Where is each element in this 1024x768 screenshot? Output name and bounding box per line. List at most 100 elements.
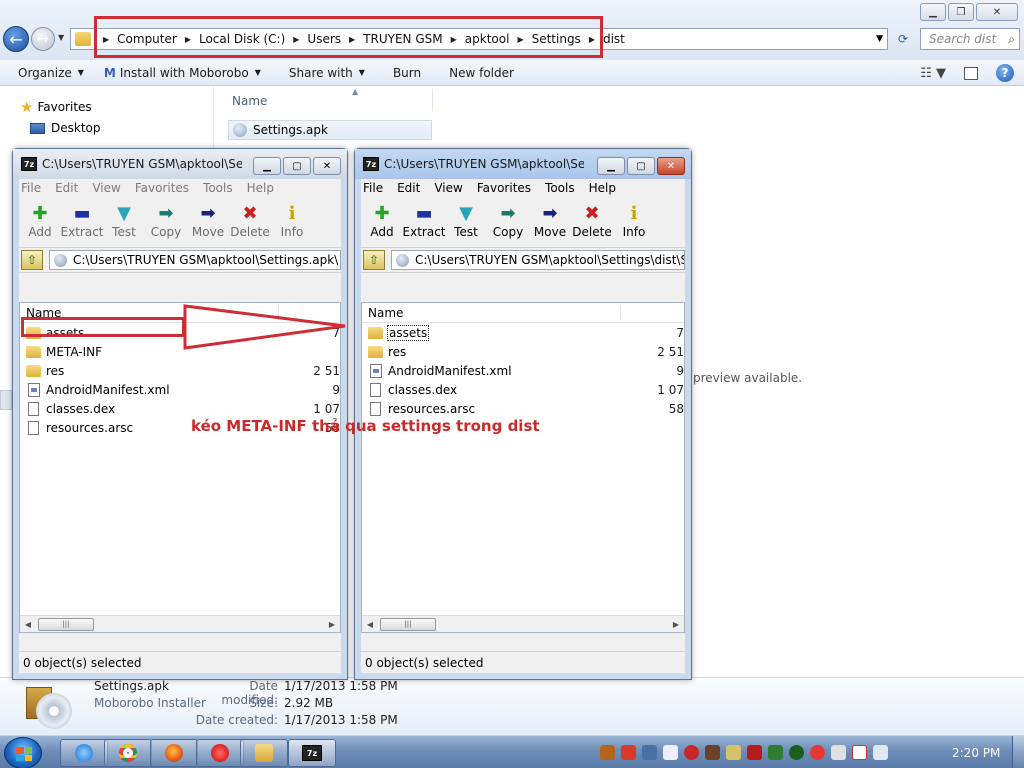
search-input[interactable]: Search dist ⌕ — [920, 28, 1020, 50]
address-dropdown-icon[interactable]: ▼ — [876, 34, 883, 44]
views-icon[interactable]: ☷ ▼ — [920, 66, 946, 81]
menu-item-help[interactable]: Help — [247, 181, 274, 195]
menu-item-edit[interactable]: Edit — [397, 181, 420, 195]
minimize-button[interactable]: ▁ — [253, 157, 281, 175]
forward-button[interactable]: → — [31, 27, 55, 51]
file-settings-apk[interactable]: Settings.apk — [228, 120, 432, 140]
taskbar-red-app[interactable] — [196, 739, 244, 767]
tray-volume-icon[interactable] — [873, 745, 888, 760]
info-button[interactable]: i Info — [271, 201, 313, 240]
list-item[interactable]: res 2 51 — [20, 361, 340, 380]
minimize-button[interactable]: ▁ — [920, 3, 946, 21]
path-combobox[interactable]: C:\Users\TRUYEN GSM\apktool\Settings\dis… — [391, 250, 685, 270]
refresh-icon[interactable]: ⟳ — [892, 28, 914, 50]
menu-item-view[interactable]: View — [434, 181, 462, 195]
menu-item-edit[interactable]: Edit — [55, 181, 78, 195]
nav-scroll-handle[interactable] — [0, 390, 12, 410]
install-button[interactable]: M Install with Moborobo ▼ — [94, 66, 271, 80]
tray-app-icon[interactable] — [684, 745, 699, 760]
maximize-button[interactable]: ▢ — [283, 157, 311, 175]
extract-button[interactable]: ▬ Extract — [403, 201, 446, 240]
organize-button[interactable]: Organize ▼ — [8, 66, 94, 80]
start-button[interactable] — [4, 737, 42, 768]
test-button[interactable]: ▼ Test — [445, 201, 487, 240]
help-icon[interactable]: ? — [996, 64, 1014, 82]
taskbar-chrome[interactable] — [104, 739, 152, 767]
list-item[interactable]: AndroidManifest.xml 9 — [362, 361, 684, 380]
list-item[interactable]: res 2 51 — [362, 342, 684, 361]
menu-item-tools[interactable]: Tools — [203, 181, 233, 195]
horizontal-scrollbar[interactable]: ◀ ||| ▶ — [362, 615, 684, 632]
list-item[interactable]: classes.dex 1 07 — [362, 380, 684, 399]
scroll-right-icon[interactable]: ▶ — [324, 620, 340, 629]
close-button[interactable]: ✕ — [976, 3, 1018, 21]
list-item[interactable]: META-INF — [20, 342, 340, 361]
menu-item-view[interactable]: View — [92, 181, 120, 195]
scroll-thumb[interactable]: ||| — [380, 617, 436, 631]
delete-button[interactable]: ✖ Delete — [571, 201, 613, 240]
taskbar-internet-explorer[interactable] — [60, 739, 108, 767]
clock[interactable]: 2:20 PM — [952, 746, 1000, 760]
scroll-left-icon[interactable]: ◀ — [20, 620, 36, 629]
path-combobox[interactable]: C:\Users\TRUYEN GSM\apktool\Settings.apk… — [49, 250, 341, 270]
nav-favorites[interactable]: ★ Favorites — [20, 98, 92, 116]
up-folder-icon[interactable]: ⇧ — [21, 250, 43, 270]
horizontal-scrollbar[interactable]: ◀ ||| ▶ — [20, 615, 340, 632]
nav-desktop[interactable]: Desktop — [30, 121, 101, 135]
new-folder-button[interactable]: New folder — [439, 66, 524, 80]
list-item[interactable]: AndroidManifest.xml 9 — [20, 380, 340, 399]
tray-app-icon[interactable] — [789, 745, 804, 760]
column-divider[interactable] — [278, 305, 279, 320]
taskbar-explorer[interactable] — [240, 739, 288, 767]
column-divider[interactable] — [620, 305, 621, 320]
tray-app-icon[interactable] — [663, 745, 678, 760]
tray-network-icon[interactable] — [642, 745, 657, 760]
taskbar-firefox[interactable] — [150, 739, 198, 767]
copy-button[interactable]: ➡ Copy — [145, 201, 187, 240]
move-button[interactable]: ➡ Move — [187, 201, 229, 240]
burn-button[interactable]: Burn — [383, 66, 431, 80]
tray-app-icon[interactable] — [726, 745, 741, 760]
close-button[interactable]: ✕ — [313, 157, 341, 175]
list-item[interactable]: resources.arsc 58 — [362, 399, 684, 418]
list-item[interactable]: classes.dex 1 07 — [20, 399, 340, 418]
tray-flag-icon[interactable] — [852, 745, 867, 760]
taskbar-7zip[interactable]: 7z — [288, 739, 336, 767]
preview-pane-icon[interactable] — [964, 66, 978, 80]
share-button[interactable]: Share with ▼ — [279, 66, 375, 80]
scroll-left-icon[interactable]: ◀ — [362, 620, 378, 629]
extract-button[interactable]: ▬ Extract — [61, 201, 104, 240]
maximize-button[interactable]: ▢ — [627, 157, 655, 175]
back-button[interactable]: ← — [3, 26, 29, 52]
scroll-right-icon[interactable]: ▶ — [668, 620, 684, 629]
scroll-thumb[interactable]: ||| — [38, 617, 94, 631]
tray-app-icon[interactable] — [705, 745, 720, 760]
tray-shield-icon[interactable] — [621, 745, 636, 760]
copy-button[interactable]: ➡ Copy — [487, 201, 529, 240]
tray-app-icon[interactable] — [600, 745, 615, 760]
test-button[interactable]: ▼ Test — [103, 201, 145, 240]
menu-item-file[interactable]: File — [363, 181, 383, 195]
show-desktop-button[interactable] — [1012, 736, 1024, 768]
column-header-name[interactable]: Name — [232, 94, 267, 108]
tray-checkmark-icon[interactable] — [768, 745, 783, 760]
recent-pages-dropdown[interactable]: ▼ — [58, 33, 64, 42]
menu-item-help[interactable]: Help — [589, 181, 616, 195]
window-titlebar[interactable]: 7z C:\Users\TRUYEN GSM\apktool\Settings\… — [355, 149, 691, 179]
menu-item-favorites[interactable]: Favorites — [135, 181, 189, 195]
add-button[interactable]: ✚ Add — [361, 201, 403, 240]
chevron-down-icon[interactable]: ▼ — [338, 255, 340, 265]
menu-item-tools[interactable]: Tools — [545, 181, 575, 195]
up-folder-icon[interactable]: ⇧ — [363, 250, 385, 270]
close-button[interactable]: ✕ — [657, 157, 685, 175]
menu-item-favorites[interactable]: Favorites — [477, 181, 531, 195]
move-button[interactable]: ➡ Move — [529, 201, 571, 240]
tray-app-icon[interactable] — [747, 745, 762, 760]
menu-item-file[interactable]: File — [21, 181, 41, 195]
tray-monitor-icon[interactable] — [831, 745, 846, 760]
list-item[interactable]: assets 7 — [362, 323, 684, 342]
delete-button[interactable]: ✖ Delete — [229, 201, 271, 240]
minimize-button[interactable]: ▁ — [597, 157, 625, 175]
info-button[interactable]: i Info — [613, 201, 655, 240]
restore-button[interactable]: ❐ — [948, 3, 974, 21]
